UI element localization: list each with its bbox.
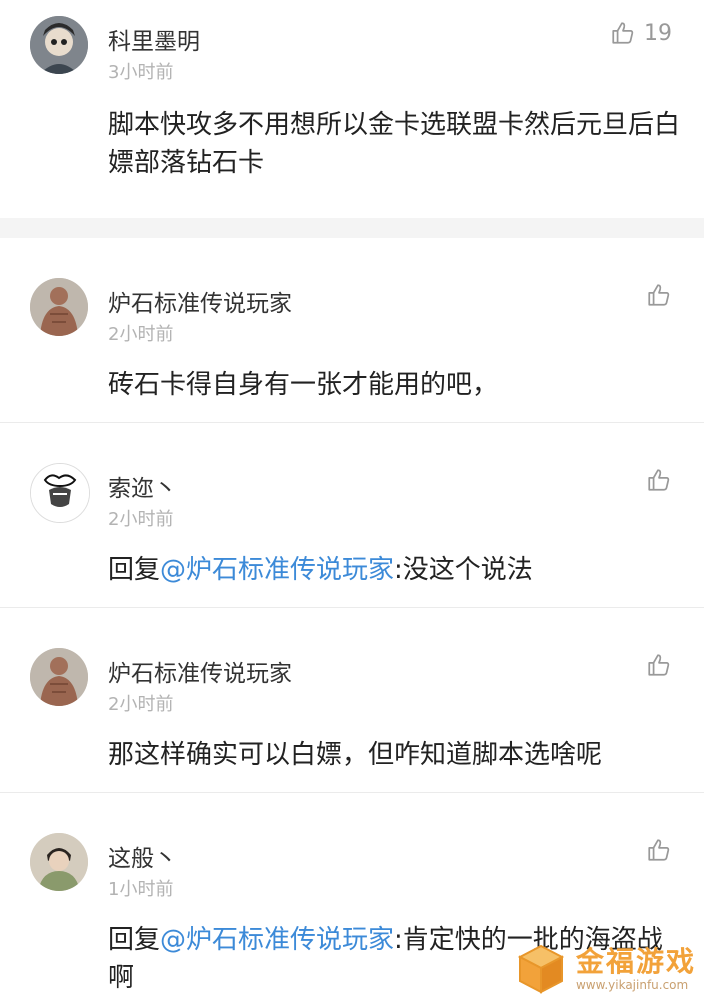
timestamp: 2小时前 — [108, 324, 174, 345]
watermark-title: 金福游戏 — [575, 945, 696, 978]
watermark: 金福游戏 www.yikajinfu.com — [514, 942, 696, 996]
like-button[interactable] — [646, 652, 672, 678]
comment-text: 那这样确实可以白嫖，但咋知道脚本选啥呢 — [108, 740, 603, 770]
avatar[interactable] — [30, 463, 90, 523]
timestamp: 3小时前 — [108, 62, 174, 83]
watermark-url: www.yikajinfu.com — [575, 978, 689, 992]
timestamp: 1小时前 — [108, 879, 174, 900]
like-button[interactable] — [646, 282, 672, 308]
comment-text: 脚本快攻多不用想所以金卡选联盟卡然后元旦后白嫖部落钻石卡 — [108, 110, 681, 178]
thumbs-up-icon — [646, 837, 672, 863]
username[interactable]: 这般丶 — [108, 839, 177, 873]
comment-text: 砖石卡得自身有一张才能用的吧， — [108, 370, 499, 400]
avatar[interactable] — [30, 833, 88, 891]
thumbs-up-icon — [610, 20, 636, 46]
like-button[interactable] — [646, 467, 672, 493]
username[interactable]: 索迩丶 — [108, 469, 177, 503]
avatar[interactable] — [30, 648, 88, 706]
username[interactable]: 炉石标准传说玩家 — [108, 284, 292, 318]
mention-link[interactable]: @炉石标准传说玩家 — [160, 555, 394, 585]
username[interactable]: 科里墨明 — [108, 22, 200, 56]
comment-text: 回复@炉石标准传说玩家:没这个说法 — [108, 551, 683, 589]
avatar[interactable] — [30, 278, 88, 336]
reply-prefix: 回复 — [108, 555, 161, 585]
reply-prefix: 回复 — [108, 925, 161, 955]
timestamp: 2小时前 — [108, 509, 174, 530]
thumbs-up-icon — [646, 282, 672, 308]
mention-link[interactable]: @炉石标准传说玩家 — [160, 925, 394, 955]
divider — [0, 422, 704, 423]
timestamp: 2小时前 — [108, 694, 174, 715]
like-count: 19 — [644, 20, 672, 46]
reply-text: :没这个说法 — [394, 555, 533, 585]
like-button[interactable]: 19 — [610, 20, 672, 46]
cube-logo-icon — [514, 942, 568, 996]
section-divider — [0, 218, 704, 238]
divider — [0, 607, 704, 608]
like-button[interactable] — [646, 837, 672, 863]
divider — [0, 792, 704, 793]
username[interactable]: 炉石标准传说玩家 — [108, 654, 292, 688]
avatar[interactable] — [30, 16, 88, 74]
thumbs-up-icon — [646, 467, 672, 493]
thumbs-up-icon — [646, 652, 672, 678]
